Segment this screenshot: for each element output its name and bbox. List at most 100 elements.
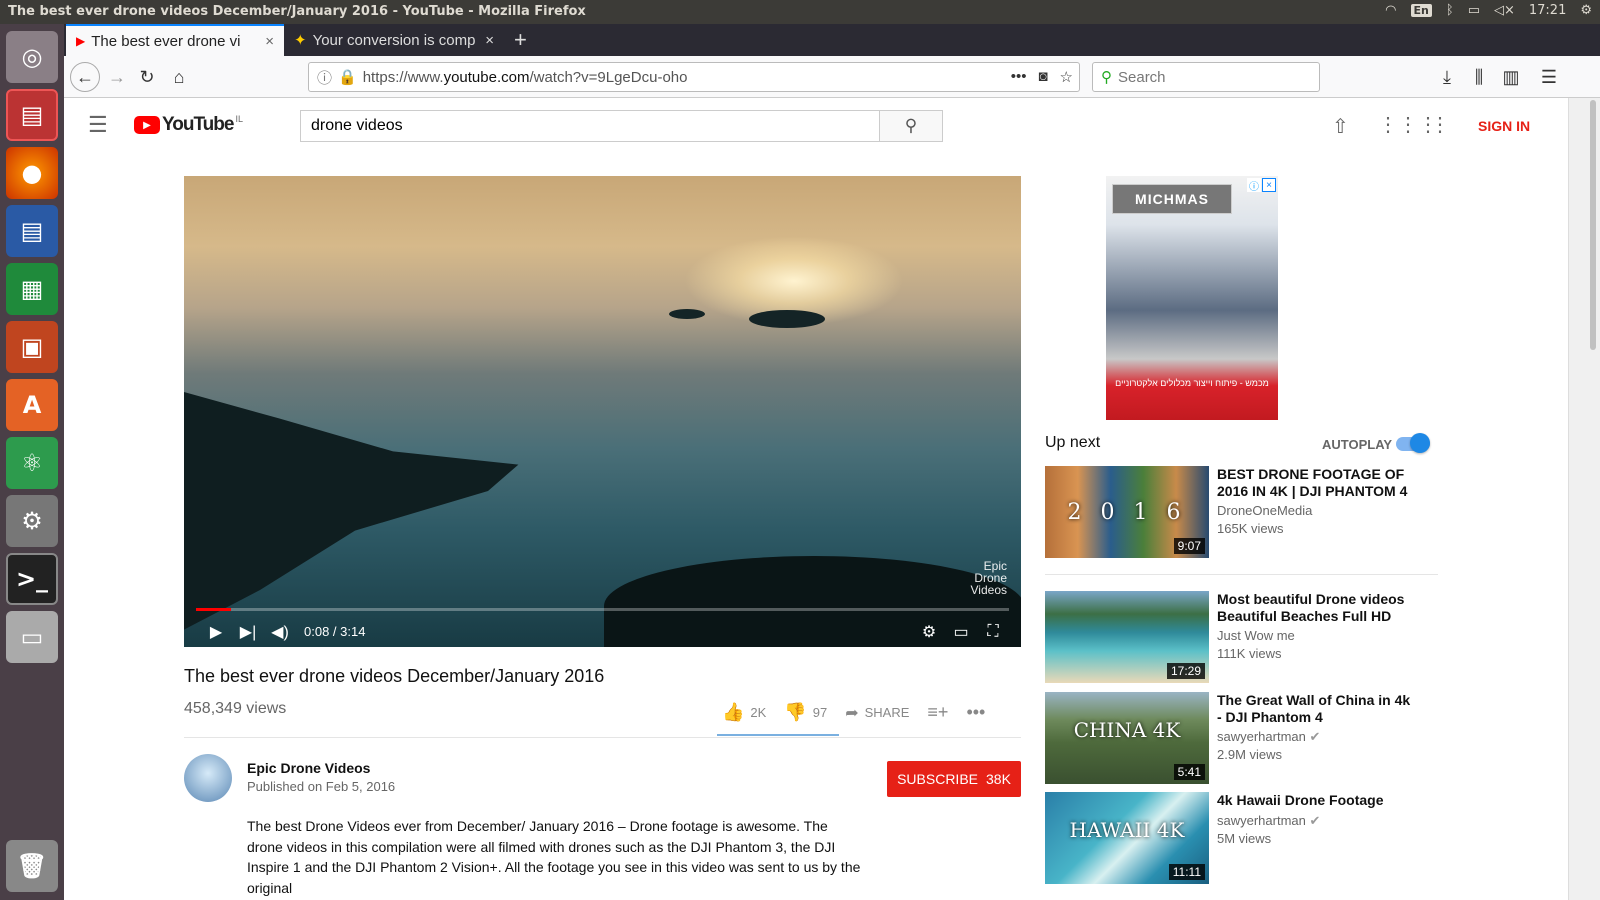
- view-count: 5M views: [1217, 831, 1272, 846]
- video-thumbnail[interactable]: 17:29: [1045, 591, 1209, 683]
- channel-name[interactable]: Epic Drone Videos: [247, 760, 370, 776]
- bookmark-star-icon[interactable]: ☆: [1060, 68, 1073, 86]
- volume-icon[interactable]: ◁×: [1494, 3, 1515, 18]
- video-title[interactable]: The Great Wall of China in 4k - DJI Phan…: [1217, 692, 1417, 726]
- atom-editor-icon[interactable]: ⚛: [6, 437, 58, 489]
- lock-icon: 🔒: [338, 69, 357, 86]
- video-thumbnail[interactable]: CHINA 4K 5:41: [1045, 692, 1209, 784]
- video-thumbnail[interactable]: 2 0 1 6 9:07: [1045, 466, 1209, 558]
- tab-youtube[interactable]: ▶ The best ever drone vi ×: [66, 24, 284, 56]
- wifi-icon[interactable]: ◠: [1385, 3, 1396, 18]
- files-icon[interactable]: ▤: [6, 89, 58, 141]
- channel-watermark[interactable]: Epic Drone Videos: [971, 560, 1007, 596]
- sign-in-button[interactable]: SIGN IN: [1478, 118, 1530, 134]
- settings-gear-icon[interactable]: ⚙: [913, 618, 945, 646]
- tab-label: Your conversion is comp: [312, 31, 476, 49]
- firefox-icon[interactable]: ●: [6, 147, 58, 199]
- page-scrollbar-thumb[interactable]: [1590, 100, 1596, 350]
- recommended-video[interactable]: HAWAII 4K 11:11 4k Hawaii Drone Footage …: [1045, 792, 1445, 886]
- video-actions: 👍 2K 👎 97 ➦ SHARE ≡+ •••: [722, 702, 985, 723]
- video-player[interactable]: Epic Drone Videos ▶ ▶| ◀) 0:08 / 3:14 ⚙ …: [184, 176, 1021, 647]
- libreoffice-impress-icon[interactable]: ▣: [6, 321, 58, 373]
- share-label: SHARE: [864, 705, 910, 720]
- play-icon[interactable]: ▶: [200, 618, 232, 646]
- clock[interactable]: 17:21: [1529, 3, 1566, 18]
- power-gear-icon[interactable]: ⚙: [1580, 3, 1592, 18]
- downloads-icon[interactable]: ⤓: [1432, 62, 1462, 92]
- bluetooth-icon[interactable]: ᛒ: [1446, 3, 1454, 18]
- youtube-search-input[interactable]: drone videos: [300, 110, 880, 142]
- new-tab-button[interactable]: +: [504, 24, 538, 56]
- software-center-icon[interactable]: A: [6, 379, 58, 431]
- more-options-icon[interactable]: ⋮: [1430, 112, 1450, 137]
- youtube-header: ☰ ▶ YouTube IL drone videos ⚲ ⇧ ⋮⋮⋮ ⋮ SI…: [64, 98, 1568, 154]
- channel-name[interactable]: sawyerhartman ✔: [1217, 728, 1320, 746]
- terminal-icon[interactable]: >_: [6, 553, 58, 605]
- channel-name[interactable]: sawyerhartman ✔: [1217, 812, 1320, 830]
- thumbs-up-icon: 👍: [722, 702, 745, 722]
- reload-icon[interactable]: ↻: [132, 62, 162, 92]
- ad-text: מכמש - פיתוח וייצור מכלולים אלקטרוניים: [1115, 378, 1269, 388]
- sidebar-icon[interactable]: ▥: [1496, 62, 1526, 92]
- system-settings-icon[interactable]: ⚙: [6, 495, 58, 547]
- autoplay-toggle-knob[interactable]: [1410, 433, 1430, 453]
- fullscreen-icon[interactable]: ⛶: [977, 618, 1009, 646]
- battery-icon[interactable]: ▭: [1468, 3, 1480, 18]
- recommended-video[interactable]: 2 0 1 6 9:07 BEST DRONE FOOTAGE OF 2016 …: [1045, 466, 1445, 560]
- dash-home-icon[interactable]: ◎: [6, 31, 58, 83]
- dislike-button[interactable]: 👎 97: [784, 702, 827, 723]
- youtube-search-button[interactable]: ⚲: [879, 110, 943, 142]
- tab-close-icon[interactable]: ×: [265, 33, 274, 50]
- video-title[interactable]: Most beautiful Drone videos Beautiful Be…: [1217, 591, 1417, 625]
- browser-search-box[interactable]: ⚲ Search: [1092, 62, 1320, 92]
- video-progress-fill: [196, 608, 231, 611]
- theater-mode-icon[interactable]: ▭: [945, 618, 977, 646]
- pocket-icon[interactable]: ◙: [1038, 68, 1047, 86]
- tab-conversion[interactable]: ✦ Your conversion is comp ×: [284, 24, 504, 56]
- add-to-playlist-icon[interactable]: ≡+: [927, 702, 948, 723]
- thumbnail-overlay-text: CHINA 4K: [1073, 718, 1181, 742]
- video-frame-island: [749, 310, 825, 328]
- info-icon[interactable]: ⓘ: [317, 67, 332, 88]
- display-ad[interactable]: MICHMAS מכמש - פיתוח וייצור מכלולים אלקט…: [1106, 176, 1278, 420]
- back-arrow-icon[interactable]: ←: [70, 62, 100, 92]
- keyboard-layout-indicator[interactable]: En: [1410, 4, 1432, 17]
- libreoffice-calc-icon[interactable]: ▦: [6, 263, 58, 315]
- home-icon[interactable]: ⌂: [164, 62, 194, 92]
- trash-icon[interactable]: 🗑: [6, 840, 58, 892]
- disk-drive-icon[interactable]: ▭: [6, 611, 58, 663]
- recommended-video[interactable]: 17:29 Most beautiful Drone videos Beauti…: [1045, 591, 1445, 685]
- apps-grid-icon[interactable]: ⋮⋮⋮: [1378, 112, 1438, 137]
- channel-avatar[interactable]: [184, 754, 232, 802]
- channel-name[interactable]: DroneOneMedia: [1217, 502, 1312, 520]
- system-top-bar: The best ever drone videos December/Janu…: [0, 0, 1600, 24]
- ad-close-icon[interactable]: ×: [1262, 178, 1276, 192]
- subscribe-button[interactable]: SUBSCRIBE 38K: [887, 761, 1021, 797]
- video-title[interactable]: 4k Hawaii Drone Footage: [1217, 792, 1417, 809]
- youtube-logo[interactable]: ▶ YouTube IL: [134, 114, 243, 136]
- subscriber-count: 38K: [986, 771, 1011, 787]
- guide-menu-icon[interactable]: ☰: [88, 112, 108, 138]
- page-actions-icon[interactable]: •••: [1011, 68, 1027, 86]
- video-thumbnail[interactable]: HAWAII 4K 11:11: [1045, 792, 1209, 884]
- time-display: 0:08 / 3:14: [304, 624, 366, 639]
- channel-name[interactable]: Just Wow me: [1217, 627, 1295, 645]
- youtube-play-logo-icon: ▶: [134, 116, 160, 134]
- upload-icon[interactable]: ⇧: [1332, 114, 1349, 139]
- next-icon[interactable]: ▶|: [232, 618, 264, 646]
- menu-hamburger-icon[interactable]: ☰: [1534, 62, 1564, 92]
- share-button[interactable]: ➦ SHARE: [845, 703, 909, 723]
- video-title[interactable]: BEST DRONE FOOTAGE OF 2016 IN 4K | DJI P…: [1217, 466, 1417, 500]
- like-count: 2K: [750, 705, 767, 720]
- tab-close-icon[interactable]: ×: [485, 32, 494, 49]
- more-actions-icon[interactable]: •••: [966, 702, 985, 723]
- volume-icon[interactable]: ◀): [264, 618, 296, 646]
- libreoffice-writer-icon[interactable]: ▤: [6, 205, 58, 257]
- forward-arrow-icon[interactable]: →: [102, 62, 132, 92]
- video-progress-bar[interactable]: [196, 608, 1009, 611]
- ad-info-icon[interactable]: ⓘ: [1247, 178, 1261, 193]
- recommended-video[interactable]: CHINA 4K 5:41 The Great Wall of China in…: [1045, 692, 1445, 786]
- url-bar[interactable]: ⓘ 🔒 https://www.youtube.com/watch?v=9Lge…: [308, 62, 1080, 92]
- library-icon[interactable]: ⫼: [1464, 62, 1494, 92]
- like-button[interactable]: 👍 2K: [722, 702, 766, 723]
